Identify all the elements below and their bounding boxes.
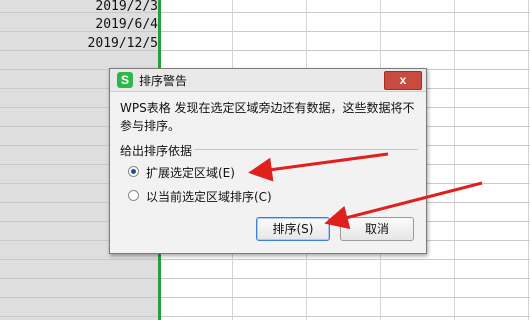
warning-message: WPS表格 发现在选定区域旁边还有数据，这些数据将不参与排序。 bbox=[120, 101, 415, 133]
dialog-titlebar[interactable]: S 排序警告 x bbox=[110, 69, 426, 92]
group-divider bbox=[194, 149, 418, 150]
radio-label[interactable]: 扩展选定区域(E) bbox=[146, 165, 235, 181]
date-cell[interactable]: 2019/2/3 bbox=[8, 0, 158, 16]
radio-label[interactable]: 以当前选定区域排序(C) bbox=[146, 189, 272, 205]
dialog-title: 排序警告 bbox=[139, 74, 188, 88]
row-gridline bbox=[0, 316, 530, 317]
column-gridline bbox=[528, 0, 529, 320]
row-gridline bbox=[0, 297, 530, 298]
radio-selected-icon[interactable] bbox=[128, 166, 139, 177]
sort-basis-group-label: 给出排序依据 bbox=[120, 144, 193, 158]
wps-logo-icon: S bbox=[117, 72, 133, 88]
date-cell[interactable]: 2019/12/5 bbox=[8, 35, 158, 53]
row-gridline bbox=[0, 259, 530, 260]
date-cell[interactable]: 2019/6/4 bbox=[8, 16, 158, 34]
row-gridline bbox=[0, 278, 530, 279]
cancel-button[interactable]: 取消 bbox=[340, 217, 414, 241]
radio-unselected-icon[interactable] bbox=[128, 190, 139, 201]
sort-warning-dialog: S 排序警告 x WPS表格 发现在选定区域旁边还有数据，这些数据将不参与排序。… bbox=[109, 68, 427, 254]
sort-button[interactable]: 排序(S) bbox=[256, 217, 330, 241]
column-gridline bbox=[454, 0, 455, 320]
close-button[interactable]: x bbox=[384, 71, 422, 90]
